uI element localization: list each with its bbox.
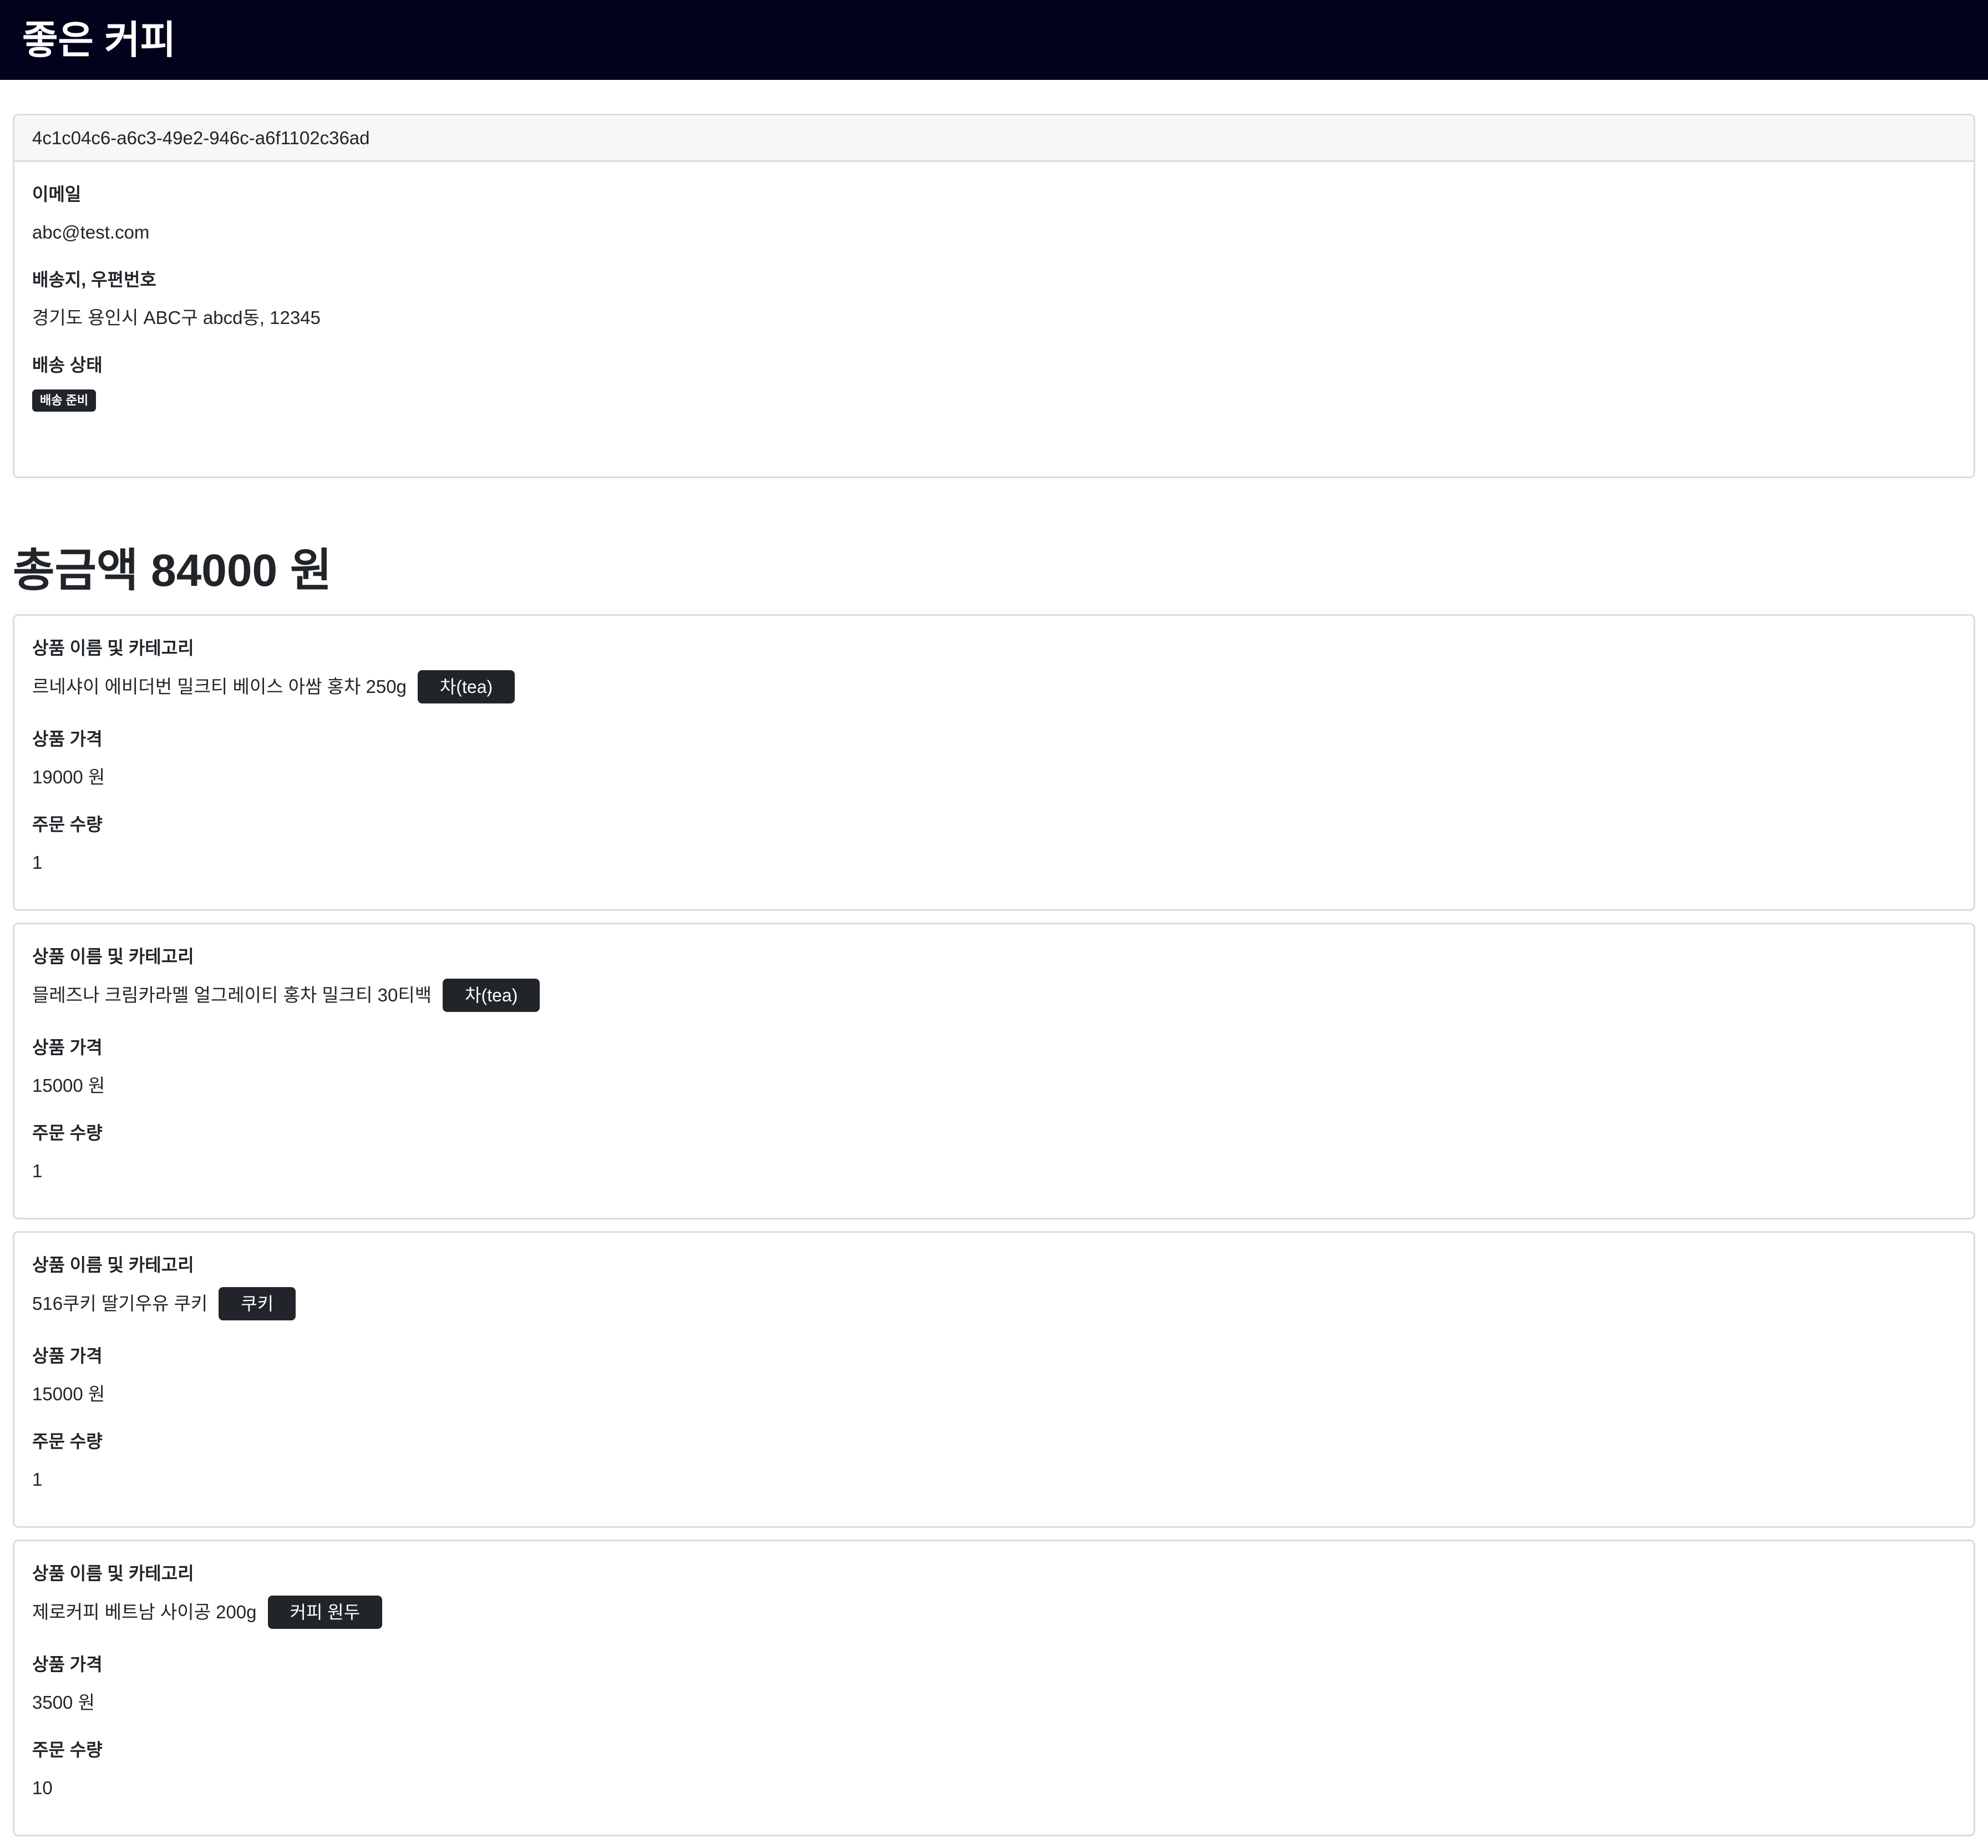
total-amount: 총금액 84000 원 xyxy=(13,545,332,596)
item-name-label: 상품 이름 및 카테고리 xyxy=(32,946,194,966)
item-qty: 1 xyxy=(32,852,43,873)
email-value: abc@test.com xyxy=(32,222,150,242)
item-qty-label: 주문 수량 xyxy=(32,1123,103,1143)
navbar: 좋은 커피 xyxy=(0,0,1988,80)
item-name: 르네샤이 에비더번 밀크티 베이스 아쌈 홍차 250g xyxy=(32,676,407,697)
item-card: 상품 이름 및 카테고리 제로커피 베트남 사이공 200g 커피 원두 상품 … xyxy=(13,1540,1975,1836)
item-name-label: 상품 이름 및 카테고리 xyxy=(32,1563,194,1583)
main-content: 4c1c04c6-a6c3-49e2-946c-a6f1102c36ad 이메일… xyxy=(13,114,1975,1848)
item-card: 상품 이름 및 카테고리 516쿠키 딸기우유 쿠키 쿠키 상품 가격 1500… xyxy=(13,1231,1975,1528)
item-price: 15000 원 xyxy=(32,1384,105,1404)
item-qty: 10 xyxy=(32,1778,53,1798)
item-name-label: 상품 이름 및 카테고리 xyxy=(32,1255,194,1275)
item-card: 상품 이름 및 카테고리 믈레즈나 크림카라멜 얼그레이티 홍차 밀크티 30티… xyxy=(13,923,1975,1219)
category-button[interactable]: 차(tea) xyxy=(417,670,515,703)
address-value: 경기도 용인시 ABC구 abcd동, 12345 xyxy=(32,307,321,328)
item-price-label: 상품 가격 xyxy=(32,729,103,749)
item-qty: 1 xyxy=(32,1469,43,1490)
category-button[interactable]: 커피 원두 xyxy=(267,1596,383,1629)
order-card: 4c1c04c6-a6c3-49e2-946c-a6f1102c36ad 이메일… xyxy=(13,114,1975,478)
item-name: 516쿠키 딸기우유 쿠키 xyxy=(32,1293,208,1314)
order-id: 4c1c04c6-a6c3-49e2-946c-a6f1102c36ad xyxy=(14,115,1974,162)
item-price-label: 상품 가격 xyxy=(32,1037,103,1057)
item-list: 상품 이름 및 카테고리 르네샤이 에비더번 밀크티 베이스 아쌈 홍차 250… xyxy=(13,614,1975,1836)
item-qty-label: 주문 수량 xyxy=(32,814,103,834)
item-name-label: 상품 이름 및 카테고리 xyxy=(32,638,194,658)
item-qty: 1 xyxy=(32,1161,43,1181)
status-badge: 배송 준비 xyxy=(32,389,97,412)
item-price: 3500 원 xyxy=(32,1692,95,1713)
item-price-label: 상품 가격 xyxy=(32,1346,103,1366)
item-name-row: 516쿠키 딸기우유 쿠키 쿠키 xyxy=(32,1287,1956,1320)
status-label: 배송 상태 xyxy=(32,355,103,375)
item-price: 19000 원 xyxy=(32,767,105,787)
order-details: 이메일 abc@test.com 배송지, 우편번호 경기도 용인시 ABC구 … xyxy=(14,162,1974,412)
item-name: 믈레즈나 크림카라멜 얼그레이티 홍차 밀크티 30티백 xyxy=(32,985,432,1005)
item-name-row: 르네샤이 에비더번 밀크티 베이스 아쌈 홍차 250g 차(tea) xyxy=(32,670,1956,703)
item-price: 15000 원 xyxy=(32,1075,105,1096)
item-card: 상품 이름 및 카테고리 르네샤이 에비더번 밀크티 베이스 아쌈 홍차 250… xyxy=(13,614,1975,911)
item-price-label: 상품 가격 xyxy=(32,1654,103,1674)
brand-title[interactable]: 좋은 커피 xyxy=(22,16,176,64)
item-name: 제로커피 베트남 사이공 200g xyxy=(32,1602,257,1622)
item-qty-label: 주문 수량 xyxy=(32,1740,103,1760)
item-name-row: 믈레즈나 크림카라멜 얼그레이티 홍차 밀크티 30티백 차(tea) xyxy=(32,979,1956,1012)
item-name-row: 제로커피 베트남 사이공 200g 커피 원두 xyxy=(32,1596,1956,1629)
category-button[interactable]: 쿠키 xyxy=(219,1287,296,1320)
item-qty-label: 주문 수량 xyxy=(32,1431,103,1451)
address-label: 배송지, 우편번호 xyxy=(32,270,156,290)
category-button[interactable]: 차(tea) xyxy=(443,979,540,1012)
email-label: 이메일 xyxy=(32,184,82,204)
